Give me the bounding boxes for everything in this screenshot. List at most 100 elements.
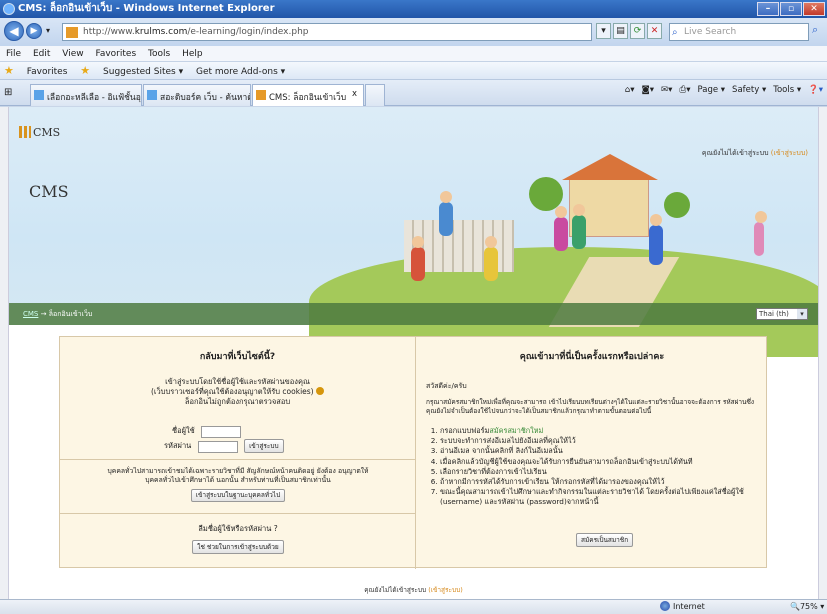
site-logo[interactable]: CMS xyxy=(19,126,60,139)
ie-icon xyxy=(3,3,15,15)
login-box: กลับมาที่เว็บไซต์นี้? เข้าสู่ระบบโดยใช้ช… xyxy=(59,336,768,569)
signup-button[interactable]: สมัครเป็นสมาชิก xyxy=(576,533,634,547)
page-menu[interactable]: Page ▾ xyxy=(698,85,726,95)
signup-intro: กรุณาสมัครสมาชิกใหม่เพื่อที่คุณจะสามารถ … xyxy=(426,398,755,415)
close-button[interactable]: ✕ xyxy=(803,2,825,16)
cookie-note: (เว็บบราวเซอร์ที่คุณใช้ต้องอนุญาตให้รับ … xyxy=(150,387,314,396)
command-bar: ⌂▾ ◙▾ ✉▾ ⎙▾ Page ▾ Safety ▾ Tools ▾ ❓▾ xyxy=(625,85,823,95)
footer: คุณยังไม่ได้เข้าสู่ระบบ (เข้าสู่ระบบ) xyxy=(364,586,463,594)
menu-favorites[interactable]: Favorites xyxy=(95,49,136,59)
globe-icon xyxy=(660,601,670,611)
breadcrumb: CMS → ล็อกอินเข้าเว็บ Thai (th) ▾ xyxy=(9,303,818,325)
tab-favicon xyxy=(147,90,157,100)
left-frame xyxy=(0,107,9,599)
login-title: กลับมาที่เว็บไซต์นี้? xyxy=(199,352,276,362)
page-icon[interactable]: ▤ xyxy=(613,23,628,39)
tab-1[interactable]: เลือกอะหลีเลือ - อิแฟ้ชั้นอุติกอ... xyxy=(30,84,142,106)
guest-info-2: บุคคลทั่วไปเข้าศึกษาได้ นอกนั้น สำหรับท่… xyxy=(145,476,331,484)
feeds-icon[interactable]: ◙▾ xyxy=(642,85,655,95)
minimize-button[interactable]: – xyxy=(757,2,779,16)
print-icon[interactable]: ⎙▾ xyxy=(679,85,690,95)
title-bar: CMS: ล็อกอินเข้าเว็บ - Windows Internet … xyxy=(0,0,827,18)
search-go-icon[interactable]: ⌕ xyxy=(812,23,826,41)
password-label: รหัสผ่าน xyxy=(164,441,192,450)
site-favicon xyxy=(66,27,78,38)
login-info: คุณยังไม่ได้เข้าสู่ระบบ (เข้าสู่ระบบ) xyxy=(701,149,808,157)
back-icon[interactable]: ◀ xyxy=(4,21,24,41)
add-favorites-icon[interactable]: ★ xyxy=(80,64,90,77)
window-title: CMS: ล็อกอินเข้าเว็บ - Windows Internet … xyxy=(18,3,275,14)
signup-greeting: สวัสดีค่ะ/ครับ xyxy=(426,382,467,390)
url-field[interactable]: http://www.krulms.com/e-learning/login/i… xyxy=(62,23,592,41)
page-content: CMS CMS คุณยังไม่ได้เข้าสู่ระบบ (เข้าสู่… xyxy=(9,107,818,599)
login-link[interactable]: (เข้าสู่ระบบ) xyxy=(771,149,808,157)
login-button[interactable]: เข้าสู่ระบบ xyxy=(244,439,284,453)
forgot-password-button[interactable]: ใช่ ช่วยในการเข้าสู่ระบบด้วย xyxy=(192,540,284,554)
suggested-sites[interactable]: Suggested Sites ▾ xyxy=(103,67,183,77)
help-icon[interactable] xyxy=(316,387,325,395)
kid-illustration xyxy=(554,206,568,251)
kid-illustration xyxy=(439,191,453,236)
username-input[interactable] xyxy=(201,425,242,438)
zone-indicator: Internet xyxy=(660,600,705,614)
guest-info: บุคคลทั่วไปสามารถเข้าชมได้เฉพาะรายวิชาที… xyxy=(107,467,369,475)
password-input[interactable] xyxy=(197,440,238,453)
footer-login-link[interactable]: (เข้าสู่ระบบ) xyxy=(428,586,463,594)
site-header: CMS CMS คุณยังไม่ได้เข้าสู่ระบบ (เข้าสู่… xyxy=(9,107,818,357)
search-input[interactable]: ⌕ Live Search xyxy=(669,23,809,41)
logo-icon xyxy=(19,126,31,138)
status-bar: Internet 🔍75% ▾ xyxy=(0,599,827,614)
kid-illustration xyxy=(411,236,425,281)
refresh-icon[interactable]: ⟳ xyxy=(630,23,645,39)
language-select[interactable]: Thai (th) ▾ xyxy=(756,308,808,320)
signup-steps: กรอกแบบฟอร์มสมัครสมาชิกใหม่ ระบบจะทำการส… xyxy=(440,426,758,508)
kid-illustration xyxy=(649,214,663,265)
kid-illustration xyxy=(754,211,767,256)
tab-2[interactable]: สอะดิบอร์ค เว็บ - ค้นหาด้วย G... xyxy=(143,84,251,106)
signup-step: ระบบจะทำการส่งอีเมลไปยังอีเมลที่คุณให้ไว… xyxy=(440,436,758,446)
forward-icon[interactable]: ▶ xyxy=(26,23,42,39)
signup-step: อ่านอีเมล จากนั้นคลิกที่ ลิงก์ในอีเมลนั้… xyxy=(440,446,758,456)
signup-title: คุณเข้ามาที่นี่เป็นครั้งแรกหรือเปล่าคะ xyxy=(519,352,665,362)
live-search-icon: ⌕ xyxy=(672,27,678,38)
menu-view[interactable]: View xyxy=(62,49,83,59)
site-name: CMS xyxy=(29,182,69,201)
login-panel: กลับมาที่เว็บไซต์นี้? เข้าสู่ระบบโดยใช้ช… xyxy=(60,337,416,569)
breadcrumb-current: ล็อกอินเข้าเว็บ xyxy=(48,310,93,318)
maximize-button[interactable]: ▫ xyxy=(780,2,802,16)
safety-menu[interactable]: Safety ▾ xyxy=(732,85,766,95)
home-icon[interactable]: ⌂▾ xyxy=(625,85,635,95)
forgot-title: ลืมชื่อผู้ใช้หรือรหัสผ่าน ? xyxy=(198,524,278,533)
compat-view-icon[interactable]: ▾ xyxy=(596,23,611,39)
menu-edit[interactable]: Edit xyxy=(33,49,50,59)
signup-step: ถ้าหากมีการรหัสได้รับการเข้าเรียน ให้กรอ… xyxy=(440,477,758,487)
zoom-level[interactable]: 🔍75% ▾ xyxy=(790,600,824,614)
login-subtitle: เข้าสู่ระบบโดยใช้ชื่อผู้ใช้และรหัสผ่านขอ… xyxy=(165,377,310,386)
tab-favicon xyxy=(34,90,44,100)
tab-favicon xyxy=(256,90,266,100)
help-icon[interactable]: ❓▾ xyxy=(808,85,823,95)
favorites-star-icon[interactable]: ★ xyxy=(4,64,14,77)
menu-tools[interactable]: Tools xyxy=(148,49,170,59)
guest-login-button[interactable]: เข้าสู่ระบบในฐานะบุคคลทั่วไป xyxy=(190,489,286,502)
menu-help[interactable]: Help xyxy=(182,49,203,59)
history-dropdown-icon[interactable]: ▾ xyxy=(46,26,50,35)
favorites-bar: ★ Favorites ★ Suggested Sites ▾ Get more… xyxy=(0,62,827,80)
quick-tabs-icon[interactable]: ⊞ xyxy=(4,87,12,98)
vertical-scrollbar[interactable] xyxy=(818,107,827,599)
stop-icon[interactable]: ✕ xyxy=(647,23,662,39)
tools-menu[interactable]: Tools ▾ xyxy=(773,85,801,95)
tab-active[interactable]: CMS: ล็อกอินเข้าเว็บ x xyxy=(252,84,364,106)
mail-icon[interactable]: ✉▾ xyxy=(661,85,672,95)
tab-close-icon[interactable]: x xyxy=(352,89,357,99)
favorites-label[interactable]: Favorites xyxy=(27,67,68,77)
menu-file[interactable]: File xyxy=(6,49,21,59)
menu-bar: File Edit View Favorites Tools Help xyxy=(0,46,827,62)
kid-illustration xyxy=(484,236,498,281)
signup-form-link[interactable]: สมัครสมาชิกใหม่ xyxy=(489,426,543,435)
get-addons[interactable]: Get more Add-ons ▾ xyxy=(196,67,285,77)
breadcrumb-home[interactable]: CMS xyxy=(23,310,38,318)
signup-panel: คุณเข้ามาที่นี่เป็นครั้งแรกหรือเปล่าคะ ส… xyxy=(416,337,768,569)
new-tab-button[interactable] xyxy=(365,84,385,106)
username-label: ชื่อผู้ใช้ xyxy=(172,426,195,435)
